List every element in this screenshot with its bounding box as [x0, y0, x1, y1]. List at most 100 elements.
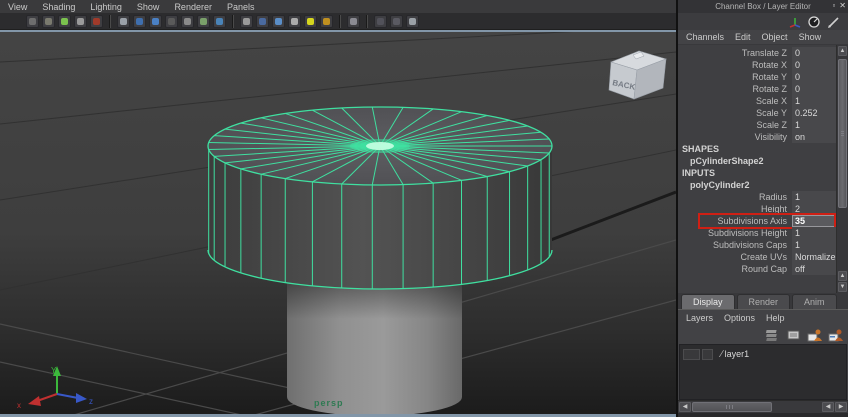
- channel-value-field[interactable]: 0: [792, 47, 836, 59]
- channel-value-field[interactable]: 1: [792, 227, 836, 239]
- dock-panel-icon[interactable]: ▫: [832, 1, 835, 10]
- layer-color-swatch[interactable]: ∕: [721, 349, 723, 360]
- channel-row[interactable]: Round Cap off: [678, 263, 836, 275]
- channel-value-field[interactable]: 1: [792, 119, 836, 131]
- gate-mask-icon[interactable]: [165, 14, 178, 28]
- channel-value-field[interactable]: 35: [792, 215, 836, 227]
- layer-editor-menu-item[interactable]: Help: [766, 313, 785, 323]
- selected-cylinder-body[interactable]: [208, 107, 552, 289]
- channel-box-menu-item[interactable]: Channels: [686, 32, 724, 42]
- layer-editor-hscrollbar[interactable]: ◀ ◀ ▶: [678, 400, 848, 413]
- camera-attributes-icon[interactable]: [58, 14, 71, 28]
- channel-value-field[interactable]: on: [792, 131, 836, 143]
- background-cylinder[interactable]: [287, 277, 462, 416]
- channel-row[interactable]: Rotate X 0: [678, 59, 836, 71]
- channel-box-menu-item[interactable]: Object: [762, 32, 788, 42]
- channel-value-field[interactable]: 1: [792, 95, 836, 107]
- layer-editor-menu-item[interactable]: Layers: [686, 313, 713, 323]
- tab-render[interactable]: Render: [736, 294, 791, 309]
- channel-row[interactable]: Subdivisions Height 1: [678, 227, 836, 239]
- channel-value-field[interactable]: 2: [792, 203, 836, 215]
- tab-display[interactable]: Display: [681, 294, 735, 309]
- channel-row[interactable]: Height 2: [678, 203, 836, 215]
- select-camera-icon[interactable]: [26, 14, 39, 28]
- channel-row[interactable]: Subdivisions Caps 1: [678, 239, 836, 251]
- wireframe-icon[interactable]: [240, 14, 253, 28]
- layer-editor-menu-item[interactable]: Options: [724, 313, 755, 323]
- layer-visibility-toggle[interactable]: [683, 348, 700, 360]
- channel-row[interactable]: Radius 1: [678, 191, 836, 203]
- channel-row[interactable]: Rotate Y 0: [678, 71, 836, 83]
- channel-value-field[interactable]: 0: [792, 71, 836, 83]
- panel-menu-item[interactable]: Shading: [42, 2, 75, 12]
- all-lights-icon[interactable]: [320, 14, 333, 28]
- close-panel-icon[interactable]: ✕: [839, 1, 846, 10]
- hscroll-left-button-right[interactable]: ◀: [822, 402, 834, 412]
- scrollbar-track[interactable]: [838, 57, 847, 270]
- channel-box-menu-item[interactable]: Show: [799, 32, 822, 42]
- layers-stack-icon[interactable]: [765, 328, 780, 341]
- lock-camera-icon[interactable]: [42, 14, 55, 28]
- isolate-select-icon[interactable]: [374, 14, 387, 28]
- channel-value-field[interactable]: off: [792, 263, 836, 275]
- channel-value-field[interactable]: 1: [792, 191, 836, 203]
- film-gate-icon[interactable]: [133, 14, 146, 28]
- toolbar-icon[interactable]: [232, 14, 234, 28]
- channel-row[interactable]: Scale X 1: [678, 95, 836, 107]
- hscroll-right-button[interactable]: ▶: [835, 402, 847, 412]
- field-chart-icon[interactable]: [181, 14, 194, 28]
- channel-value-field[interactable]: Normalize ..: [792, 251, 836, 263]
- panel-menu-item[interactable]: View: [8, 2, 27, 12]
- bookmark-icon[interactable]: [74, 14, 87, 28]
- resolution-gate-icon[interactable]: [149, 14, 162, 28]
- channel-value-field[interactable]: 1: [792, 239, 836, 251]
- channel-box-scrollbar[interactable]: ▲ ▲ ▼: [836, 45, 848, 293]
- safe-title-icon[interactable]: [213, 14, 226, 28]
- channel-value-field[interactable]: 0.252: [792, 107, 836, 119]
- panel-menu-item[interactable]: Renderer: [174, 2, 212, 12]
- channel-row[interactable]: Scale Z 1: [678, 119, 836, 131]
- scroll-up-button[interactable]: ▲: [838, 46, 847, 56]
- channel-box-menu-item[interactable]: Edit: [735, 32, 751, 42]
- layers-edit-icon[interactable]: [786, 328, 801, 341]
- safe-action-icon[interactable]: [197, 14, 210, 28]
- 2d-pan-zoom-icon[interactable]: [117, 14, 130, 28]
- textured-icon[interactable]: [272, 14, 285, 28]
- create-layer-from-selected-icon[interactable]: [828, 328, 843, 342]
- scroll-up-button-bottom[interactable]: ▲: [838, 271, 847, 281]
- frame-selection-icon[interactable]: [390, 14, 403, 28]
- panel-menu-item[interactable]: Show: [137, 2, 160, 12]
- tab-anim[interactable]: Anim: [792, 294, 837, 309]
- channel-row[interactable]: Create UVs Normalize ..: [678, 251, 836, 263]
- default-light-icon[interactable]: [304, 14, 317, 28]
- panel-menu-item[interactable]: Lighting: [90, 2, 122, 12]
- viewport-canvas[interactable]: BACK Y x z persp: [0, 30, 676, 417]
- panel-menu-item[interactable]: Panels: [227, 2, 255, 12]
- layer-row[interactable]: ∕ layer1: [680, 347, 846, 361]
- channel-row[interactable]: pCylinderShape2: [678, 155, 836, 167]
- hscroll-track[interactable]: [773, 402, 821, 412]
- channel-row[interactable]: Visibility on: [678, 131, 836, 143]
- manipulator-axis-icon[interactable]: [789, 16, 801, 28]
- scrollbar-thumb[interactable]: [838, 59, 847, 209]
- toolbar-icon[interactable]: [109, 14, 111, 28]
- channel-row[interactable]: Translate Z 0: [678, 47, 836, 59]
- channel-row[interactable]: Scale Y 0.252: [678, 107, 836, 119]
- toolbar-icon[interactable]: [366, 14, 368, 28]
- channel-row[interactable]: polyCylinder2: [678, 179, 836, 191]
- checkered-ball-icon[interactable]: [288, 14, 301, 28]
- speed-gauge-icon[interactable]: [808, 15, 820, 28]
- channel-row[interactable]: Rotate Z 0: [678, 83, 836, 95]
- share-nodes-icon[interactable]: [406, 14, 419, 28]
- hscroll-thumb[interactable]: [692, 402, 772, 412]
- image-plane-icon[interactable]: [90, 14, 103, 28]
- shadows-icon[interactable]: [347, 14, 360, 28]
- layer-display-type-toggle[interactable]: [702, 348, 713, 360]
- channel-value-field[interactable]: 0: [792, 59, 836, 71]
- create-empty-layer-icon[interactable]: [807, 328, 822, 342]
- shaded-icon[interactable]: [256, 14, 269, 28]
- toolbar-icon[interactable]: [339, 14, 341, 28]
- channel-row[interactable]: Subdivisions Axis 35: [678, 213, 836, 229]
- scroll-down-button[interactable]: ▼: [838, 282, 847, 292]
- hscroll-left-button[interactable]: ◀: [679, 402, 691, 412]
